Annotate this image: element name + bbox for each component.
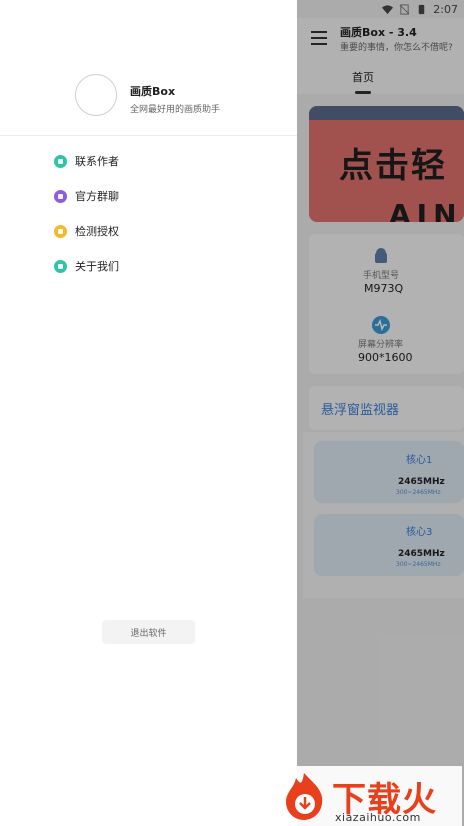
menu-item-about-us[interactable]: 关于我们 (54, 256, 119, 276)
menu-item-official-group[interactable]: 官方群聊 (54, 186, 119, 206)
menu-item-label: 联系作者 (75, 155, 119, 168)
drawer-subtitle: 全网最好用的画质助手 (130, 105, 221, 115)
divider (0, 135, 297, 136)
menu-item-label: 关于我们 (75, 260, 119, 273)
navigation-drawer: 画质Box 全网最好用的画质助手 联系作者 官方群聊 检测授权 关于我们 退出软… (0, 0, 297, 826)
about-icon (54, 259, 67, 273)
menu-item-label: 检测授权 (75, 225, 119, 238)
wifi-icon (382, 4, 394, 14)
status-bar: 2:07 (0, 0, 464, 18)
no-signal-icon (399, 3, 410, 15)
license-icon (54, 224, 67, 238)
group-icon (54, 189, 67, 203)
contact-icon (54, 154, 67, 168)
menu-item-check-license[interactable]: 检测授权 (54, 221, 119, 241)
exit-button[interactable]: 退出软件 (102, 620, 195, 644)
drawer-title: 画质Box (130, 85, 176, 98)
flame-logo-icon (286, 773, 323, 820)
drawer-scrim[interactable] (297, 0, 464, 826)
menu-item-label: 官方群聊 (75, 190, 119, 203)
status-time: 2:07 (433, 2, 458, 16)
battery-icon (419, 4, 425, 14)
menu-item-contact-author[interactable]: 联系作者 (54, 151, 119, 171)
avatar (75, 74, 117, 116)
watermark-url: xiazaihuo.com (335, 811, 421, 824)
